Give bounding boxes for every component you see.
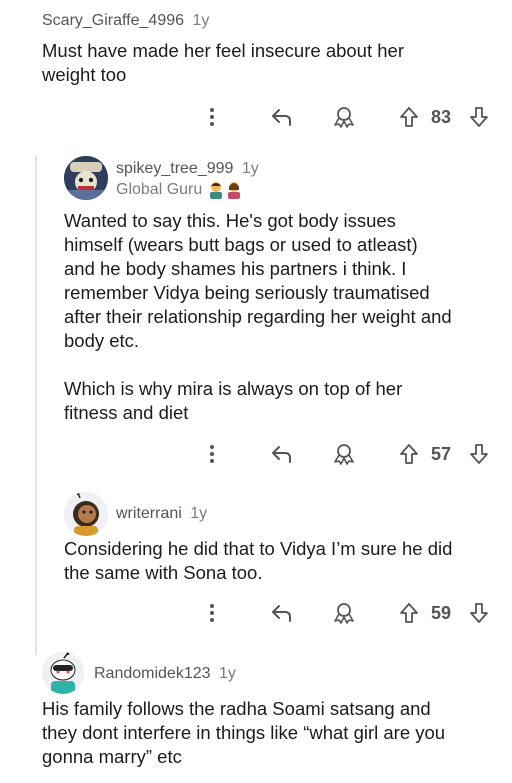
reply-arrow-icon[interactable] <box>268 104 296 130</box>
avatar[interactable] <box>64 492 108 536</box>
comment-username[interactable]: Randomidek123 <box>94 665 211 682</box>
comment-body: His family follows the radha Soami satsa… <box>42 698 446 767</box>
comment-age: 1y <box>218 665 236 682</box>
comment-header: Scary_Giraffe_4996 1y <box>42 12 209 30</box>
upvote-arrow-icon[interactable] <box>396 104 422 130</box>
downvote-arrow-icon[interactable] <box>466 600 492 626</box>
vote-count: 59 <box>431 603 452 623</box>
comment-age: 1y <box>190 505 208 522</box>
vote-count: 83 <box>431 107 452 127</box>
upvote-arrow-icon[interactable] <box>396 441 422 467</box>
award-icon[interactable] <box>330 441 358 467</box>
more-vertical-icon[interactable] <box>203 441 221 467</box>
downvote-arrow-icon[interactable] <box>466 441 492 467</box>
award-icon[interactable] <box>330 104 358 130</box>
comment-body: Considering he did that to Vidya I’m sur… <box>64 538 453 583</box>
avatar[interactable] <box>42 652 84 694</box>
comment-header: spikey_tree_999 1y <box>116 160 259 178</box>
avatar[interactable] <box>64 156 108 200</box>
comment-age: 1y <box>192 12 210 29</box>
flair-emoji-icon <box>208 181 242 199</box>
more-vertical-icon[interactable] <box>203 600 221 626</box>
reply-arrow-icon[interactable] <box>268 441 296 467</box>
upvote-arrow-icon[interactable] <box>396 600 422 626</box>
user-flair: Global Guru <box>116 181 242 199</box>
comment-header: writerrani 1y <box>116 505 207 523</box>
comment-header: Randomidek123 1y <box>94 665 236 683</box>
comment-age: 1y <box>241 160 259 177</box>
comment-body: Must have made her feel insecure about h… <box>42 40 404 85</box>
vote-count: 57 <box>431 444 452 464</box>
downvote-arrow-icon[interactable] <box>466 104 492 130</box>
comment-username[interactable]: spikey_tree_999 <box>116 160 233 177</box>
more-vertical-icon[interactable] <box>203 104 221 130</box>
comment-body: Wanted to say this. He's got body issues… <box>64 210 452 423</box>
comment-username[interactable]: Scary_Giraffe_4996 <box>42 12 184 29</box>
comment-username[interactable]: writerrani <box>116 505 182 522</box>
thread-line[interactable] <box>35 155 37 655</box>
award-icon[interactable] <box>330 600 358 626</box>
reply-arrow-icon[interactable] <box>268 600 296 626</box>
